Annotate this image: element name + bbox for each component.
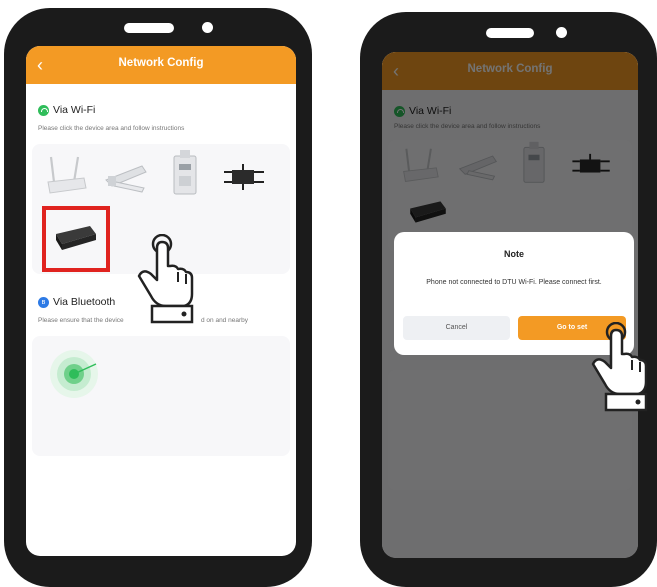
tap-hand-icon — [137, 234, 194, 324]
wifi-title-label: Via Wi-Fi — [53, 104, 96, 116]
wifi-icon — [38, 104, 49, 116]
phone-left: ‹ Network Config Via Wi-Fi Please click … — [4, 8, 312, 587]
bluetooth-section-title: ʙ Via Bluetooth — [38, 296, 115, 308]
bluetooth-scan-area — [32, 336, 290, 456]
dialog-title: Note — [504, 249, 524, 259]
cancel-button[interactable]: Cancel — [403, 316, 510, 340]
phone-right: ‹ Network Config Via Wi-Fi Please click … — [360, 12, 657, 587]
page-title: Network Config — [118, 57, 204, 69]
speaker-slot — [486, 28, 534, 38]
wifi-hint: Please click the device area and follow … — [38, 125, 185, 132]
speaker-slot — [124, 23, 174, 33]
din-rail-meter-device[interactable] — [168, 148, 202, 198]
dialog-message: Phone not connected to DTU Wi-Fi. Please… — [426, 279, 602, 286]
bluetooth-hint-tail: d on and nearby — [201, 317, 248, 324]
app-header: ‹ Network Config — [26, 46, 296, 84]
tap-hand-icon — [591, 322, 648, 412]
bluetooth-hint: Please ensure that the device — [38, 317, 124, 324]
router-device[interactable] — [44, 154, 88, 198]
antenna-adapter-device[interactable] — [102, 162, 150, 194]
front-camera — [202, 22, 213, 33]
bluetooth-title-label: Via Bluetooth — [53, 296, 116, 308]
app-screen-dimmed: ‹ Network Config Via Wi-Fi Please click … — [382, 52, 638, 558]
dtu-stick-device[interactable] — [52, 220, 100, 256]
wifi-section-title: Via Wi-Fi — [38, 104, 95, 116]
front-camera — [556, 27, 567, 38]
radar-scan-icon[interactable] — [48, 348, 100, 400]
bluetooth-icon: ʙ — [38, 296, 49, 308]
microinverter-device[interactable] — [222, 162, 268, 192]
